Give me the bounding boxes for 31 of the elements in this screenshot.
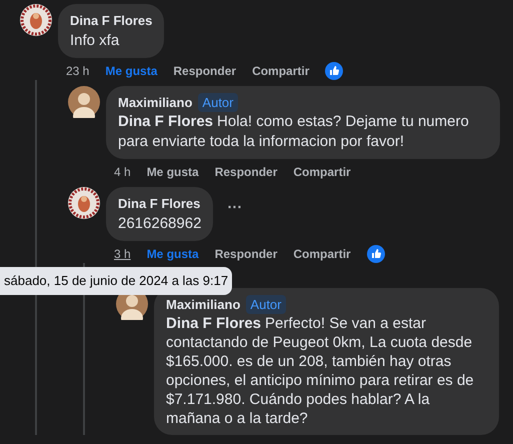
thumbs-up-icon[interactable] xyxy=(325,62,344,80)
reply-link[interactable]: Responder xyxy=(173,62,236,80)
avatar-icon[interactable] xyxy=(20,4,52,36)
timestamp-link[interactable]: 4 h xyxy=(114,163,131,181)
comment-text: Dina F Flores Perfecto! Se van a estar contactando de Peugeot 0km, La cuota desde $165.000. es de un 208, también hay otras opciones, el anticipo mínimo para retirar es de $7.171.980. Cuándo podes hablar? A la mañana o a la tarde? xyxy=(166,314,475,428)
thumbs-up-icon[interactable] xyxy=(366,244,385,262)
timestamp-link[interactable]: 23 h xyxy=(66,62,90,80)
author-name[interactable]: Dina F Flores xyxy=(118,194,200,214)
share-link[interactable]: Compartir xyxy=(252,62,310,80)
comment-text: Info xfa xyxy=(70,30,120,50)
share-link[interactable]: Compartir xyxy=(293,244,351,262)
like-link[interactable]: Me gusta xyxy=(105,62,158,80)
like-link[interactable]: Me gusta xyxy=(146,163,199,181)
mention-link[interactable]: Dina F Flores xyxy=(166,315,262,332)
avatar-icon[interactable] xyxy=(68,187,100,219)
author-name[interactable]: Maximiliano xyxy=(166,294,240,314)
reply-link[interactable]: Responder xyxy=(214,163,278,181)
more-options-button[interactable]: ··· xyxy=(227,197,242,220)
reply-link[interactable]: Responder xyxy=(214,244,278,262)
comment-text: 2616268962 xyxy=(118,214,202,234)
author-badge: Autor xyxy=(198,92,238,112)
avatar-icon[interactable] xyxy=(68,86,100,118)
mention-link[interactable]: Dina F Flores xyxy=(118,113,214,130)
timestamp-link[interactable]: 3 h xyxy=(114,244,131,262)
author-name[interactable]: Maximiliano xyxy=(118,92,192,112)
comment-text: Dina F Flores Hola! como estas? Dejame tu numero para enviarte toda la informacion por favor! xyxy=(118,112,470,152)
author-name[interactable]: Dina F Flores xyxy=(70,11,152,30)
share-link[interactable]: Compartir xyxy=(293,163,351,181)
author-badge: Autor xyxy=(246,294,286,314)
date-tooltip: sábado, 15 de junio de 2024 a las 9:17 xyxy=(0,267,232,294)
like-link[interactable]: Me gusta xyxy=(146,244,199,262)
